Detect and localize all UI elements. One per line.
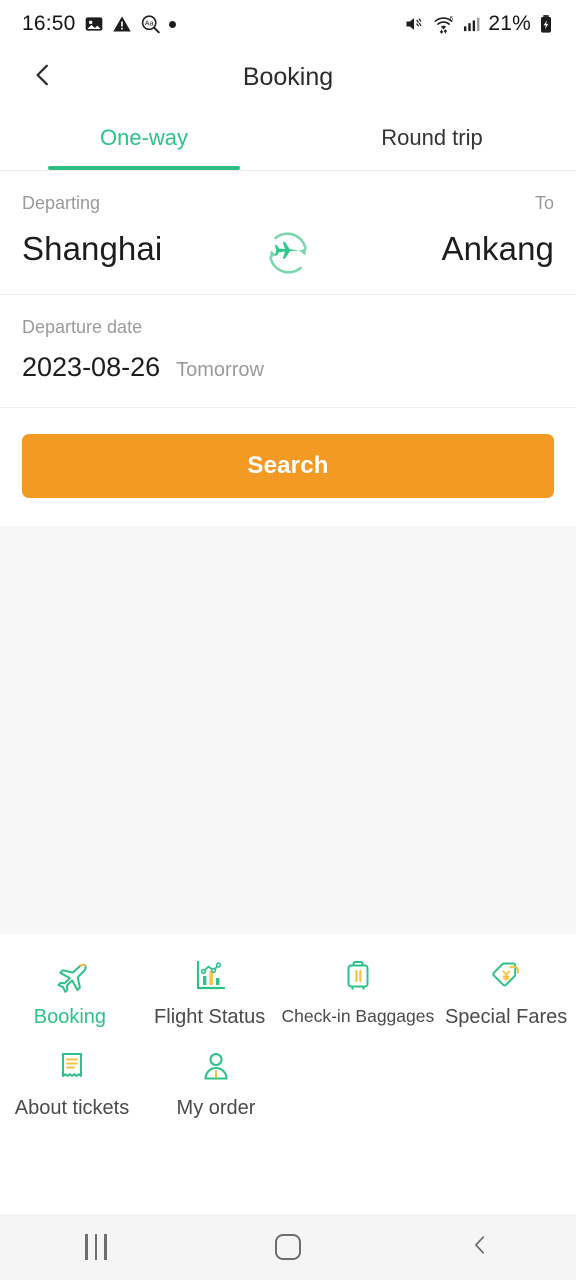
swap-cities-button[interactable]: [260, 227, 316, 283]
nav-label-about-tickets: About tickets: [14, 1097, 130, 1119]
content-placeholder-area: [0, 526, 576, 934]
status-bar-clock: 16:50: [22, 12, 76, 35]
departure-date-relative: Tomorrow: [176, 359, 264, 381]
svg-text:6: 6: [450, 16, 454, 23]
city-selection-row: Departing To Shanghai Ankang: [0, 171, 576, 294]
city-labels: Departing To: [22, 193, 554, 214]
bottom-nav-row-1: Booking Flight Status Check-in Baggages …: [0, 948, 576, 1039]
nav-item-flight-status[interactable]: Flight Status: [140, 948, 280, 1039]
tab-active-indicator: [48, 166, 240, 170]
departure-date-value: 2023-08-26: [22, 352, 161, 382]
nav-item-about-tickets[interactable]: About tickets: [0, 1039, 144, 1130]
text-magnifier-icon: Aa: [140, 14, 161, 35]
status-bar: 16:50 Aa 6 21%: [0, 0, 576, 48]
departure-date-label: Departure date: [22, 317, 143, 337]
tab-one-way[interactable]: One-way: [0, 106, 288, 170]
nav-label-special-fares: Special Fares: [444, 1006, 568, 1028]
nav-item-booking[interactable]: Booking: [0, 948, 140, 1039]
cellular-signal-icon: [462, 14, 481, 34]
page-title: Booking: [242, 62, 334, 91]
android-navigation-bar: [0, 1214, 576, 1280]
chevron-left-icon: [30, 62, 56, 93]
nav-label-flight-status: Flight Status: [154, 1006, 266, 1028]
nav-item-empty-1: [288, 1039, 432, 1130]
battery-percent-label: 21%: [488, 12, 531, 35]
android-back-button[interactable]: [384, 1233, 576, 1262]
back-button[interactable]: [24, 58, 62, 96]
status-bar-right: 6 21%: [403, 12, 554, 36]
price-tag-icon: [486, 956, 526, 996]
to-label: To: [534, 193, 554, 213]
departing-label: Departing: [22, 193, 101, 213]
bottom-navigation: Booking Flight Status Check-in Baggages …: [0, 934, 576, 1140]
tab-round-trip[interactable]: Round trip: [288, 106, 576, 170]
receipt-icon: [52, 1047, 92, 1087]
svg-text:Aa: Aa: [144, 19, 153, 27]
nav-label-booking: Booking: [33, 1006, 107, 1028]
volume-mute-icon: [403, 14, 425, 34]
title-bar: Booking: [0, 48, 576, 106]
user-icon: [196, 1047, 236, 1087]
dot-icon: [168, 20, 176, 28]
home-icon: [275, 1234, 301, 1260]
search-button-row: Search: [0, 408, 576, 526]
nav-item-special-fares[interactable]: Special Fares: [436, 948, 576, 1039]
nav-label-my-order: My order: [176, 1097, 256, 1119]
tab-round-trip-label: Round trip: [381, 125, 483, 150]
recents-icon: [85, 1234, 107, 1260]
search-button[interactable]: Search: [22, 434, 554, 498]
bottom-nav-row-2: About tickets My order: [0, 1039, 576, 1130]
departure-city-value[interactable]: Shanghai: [22, 230, 162, 268]
chart-icon: [190, 956, 230, 996]
departure-date-line: 2023-08-26 Tomorrow: [22, 352, 554, 383]
search-card: Departing To Shanghai Ankang Departure d…: [0, 171, 576, 526]
warning-triangle-icon: [112, 14, 132, 34]
image-icon: [84, 14, 104, 34]
nav-item-empty-2: [432, 1039, 576, 1130]
airplane-icon: [50, 956, 90, 996]
status-bar-left: 16:50 Aa: [22, 12, 176, 36]
nav-label-checkin-baggages: Check-in Baggages: [281, 1006, 435, 1026]
swap-flight-icon: [261, 226, 315, 285]
android-home-button[interactable]: [192, 1234, 384, 1260]
date-selection-row[interactable]: Departure date 2023-08-26 Tomorrow: [0, 295, 576, 407]
trip-type-tabs: One-way Round trip: [0, 106, 576, 170]
back-chevron-icon: [469, 1233, 491, 1262]
nav-item-my-order[interactable]: My order: [144, 1039, 288, 1130]
wifi-6-icon: 6: [432, 14, 455, 34]
battery-charging-icon: [538, 14, 554, 34]
arrival-city-value[interactable]: Ankang: [441, 230, 554, 268]
tab-one-way-label: One-way: [99, 125, 189, 150]
nav-item-checkin-baggages[interactable]: Check-in Baggages: [280, 948, 437, 1039]
app-screen: 16:50 Aa 6 21% Booking One-way Round tri…: [0, 0, 576, 1280]
suitcase-icon: [338, 956, 378, 996]
android-recents-button[interactable]: [0, 1234, 192, 1260]
